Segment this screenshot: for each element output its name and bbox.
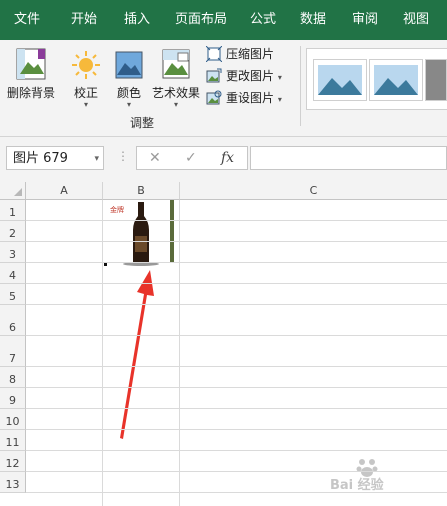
ribbon-panel: 删除背景 校正 ▾ 颜色 ▾ 艺术效果 ▾ 压缩图片 更改图片 ▾ 重设图片 ▾… — [0, 40, 447, 137]
change-picture-dropdown-icon: ▾ — [277, 73, 282, 82]
watermark-text: Bai 经验 — [330, 478, 384, 493]
reset-picture-button[interactable]: 重设图片 ▾ — [206, 88, 282, 108]
select-all-button[interactable] — [0, 182, 26, 200]
formula-bar-grip-icon: ⋮ — [117, 149, 129, 163]
gridline — [26, 387, 447, 388]
picture-style-thumbnail-icon — [374, 65, 418, 95]
gridline — [26, 429, 447, 430]
reset-picture-dropdown-icon: ▾ — [277, 95, 282, 104]
formula-input[interactable] — [250, 146, 447, 170]
column-header-b[interactable]: B — [103, 182, 180, 200]
row-header-3[interactable]: 3 — [0, 242, 26, 263]
change-picture-button[interactable]: 更改图片 ▾ — [206, 66, 282, 86]
gridline — [26, 366, 447, 367]
tab-view[interactable]: 视图 — [394, 0, 438, 40]
reset-picture-icon — [206, 90, 222, 105]
formula-buttons: ✕ ✓ fx — [136, 146, 248, 170]
artistic-effects-icon — [162, 49, 190, 79]
artistic-effects-dropdown-icon: ▾ — [173, 100, 178, 109]
tab-insert[interactable]: 插入 — [114, 0, 160, 40]
corrections-dropdown-icon: ▾ — [83, 100, 88, 109]
compress-label: 压缩图片 — [226, 47, 275, 61]
gridline — [26, 492, 447, 493]
artistic-effects-button[interactable]: 艺术效果 ▾ — [150, 46, 202, 109]
column-header-a[interactable]: A — [26, 182, 103, 200]
red-arrow-annotation — [120, 270, 154, 439]
gridline — [26, 241, 447, 242]
enter-icon[interactable]: ✓ — [185, 147, 197, 169]
row-header-2[interactable]: 2 — [0, 221, 26, 242]
tab-home[interactable]: 开始 — [58, 0, 110, 40]
row-header-8[interactable]: 8 — [0, 367, 26, 388]
compress-icon — [206, 46, 222, 62]
row-header-4[interactable]: 4 — [0, 263, 26, 284]
column-header-c[interactable]: C — [180, 182, 447, 200]
gridline — [26, 471, 447, 472]
name-box-dropdown-icon[interactable]: ▾ — [94, 147, 99, 171]
corrections-button[interactable]: 校正 ▾ — [66, 46, 106, 109]
color-button[interactable]: 颜色 ▾ — [110, 46, 148, 109]
worksheet-grid: A B C 1 2 3 4 5 6 7 8 9 10 11 12 13 金牌 Bai 经验 — [0, 182, 447, 506]
picture-styles-gallery — [306, 48, 447, 110]
row-header-10[interactable]: 10 — [0, 409, 26, 430]
row-header-12[interactable]: 12 — [0, 451, 26, 472]
sun-icon — [72, 51, 100, 79]
name-box-value: 图片 679 — [13, 151, 68, 166]
row-header-7[interactable]: 7 — [0, 336, 26, 367]
row-header-5[interactable]: 5 — [0, 284, 26, 305]
gridline — [26, 408, 447, 409]
row-header-13[interactable]: 13 — [0, 472, 26, 493]
picture-style-thumbnail-icon — [318, 65, 362, 95]
row-header-6[interactable]: 6 — [0, 305, 26, 336]
ribbon-tab-bar: 文件 开始 插入 页面布局 公式 数据 审阅 视图 — [0, 0, 447, 40]
artistic-effects-label: 艺术效果 — [151, 86, 200, 100]
corrections-label: 校正 — [73, 86, 98, 100]
gridline — [26, 304, 447, 305]
remove-background-label: 删除背景 — [6, 86, 55, 100]
formula-bar: 图片 679 ▾ ⋮ ✕ ✓ fx — [0, 137, 447, 182]
reset-picture-label: 重设图片 — [226, 91, 275, 105]
gridline — [26, 450, 447, 451]
remove-background-button[interactable]: 删除背景 — [4, 46, 58, 108]
insert-function-icon[interactable]: fx — [221, 147, 234, 169]
remove-background-icon — [16, 48, 46, 80]
change-picture-icon — [206, 68, 222, 83]
tab-formulas[interactable]: 公式 — [242, 0, 284, 40]
picture-color-icon — [115, 51, 143, 79]
tab-data[interactable]: 数据 — [290, 0, 336, 40]
tab-page-layout[interactable]: 页面布局 — [166, 0, 236, 40]
color-label: 颜色 — [116, 86, 141, 100]
gridline — [102, 200, 103, 506]
adjust-group-label: 调整 — [130, 116, 155, 130]
tab-file[interactable]: 文件 — [0, 0, 54, 40]
tab-review[interactable]: 审阅 — [342, 0, 388, 40]
inserted-picture[interactable]: 金牌 — [104, 200, 174, 268]
picture-caption: 金牌 — [110, 206, 124, 214]
gridline — [179, 200, 180, 506]
picture-style-1[interactable] — [313, 59, 367, 101]
row-header-11[interactable]: 11 — [0, 430, 26, 451]
cancel-icon[interactable]: ✕ — [149, 147, 161, 169]
picture-style-2[interactable] — [369, 59, 423, 101]
name-box[interactable]: 图片 679 ▾ — [6, 146, 104, 170]
ribbon-separator — [300, 46, 301, 126]
baidu-watermark: Bai 经验 — [330, 454, 440, 494]
gridline — [26, 335, 447, 336]
gridline — [26, 283, 447, 284]
gridline — [26, 220, 447, 221]
color-dropdown-icon: ▾ — [126, 100, 131, 109]
change-picture-label: 更改图片 — [226, 69, 275, 83]
gridline — [26, 262, 447, 263]
compress-pictures-button[interactable]: 压缩图片 — [206, 44, 274, 64]
row-header-9[interactable]: 9 — [0, 388, 26, 409]
picture-style-3[interactable] — [425, 59, 447, 101]
row-header-1[interactable]: 1 — [0, 200, 26, 221]
